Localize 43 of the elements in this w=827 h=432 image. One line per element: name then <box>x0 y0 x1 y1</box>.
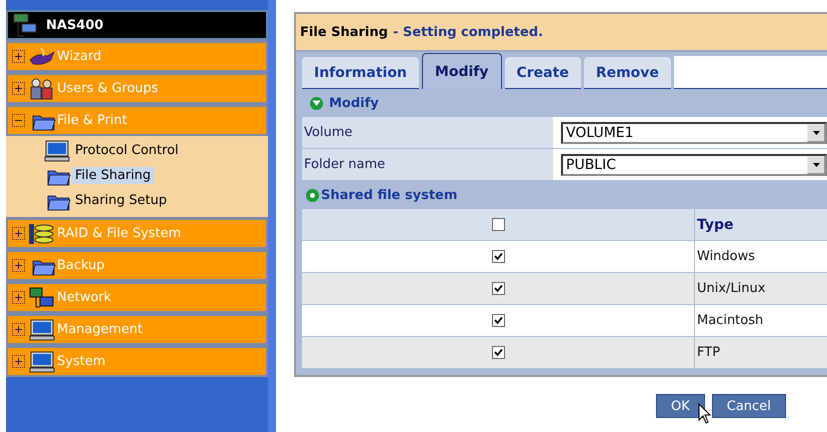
ok-button[interactable]: OK <box>656 394 705 418</box>
section-title: Modify <box>329 96 379 110</box>
cancel-button[interactable]: Cancel <box>712 394 786 418</box>
app-title: NAS400 <box>46 18 104 32</box>
checked-checkbox[interactable] <box>492 346 504 359</box>
section-title: Shared file system <box>321 188 458 202</box>
cursor-icon <box>698 403 712 425</box>
tab[interactable]: Remove <box>584 57 671 89</box>
monitor-icon <box>27 350 57 372</box>
field-label: Volume <box>302 117 553 148</box>
table-cell: Macintosh <box>694 304 827 336</box>
expand-icon[interactable] <box>12 50 25 63</box>
dropdown[interactable]: VOLUME1 <box>561 122 827 144</box>
checked-checkbox[interactable] <box>492 314 504 327</box>
nav-subitem[interactable]: Protocol Control <box>72 142 182 159</box>
expand-icon[interactable] <box>12 259 25 272</box>
column-header: Type <box>694 209 827 240</box>
dropdown[interactable]: PUBLIC <box>561 154 827 176</box>
expand-icon[interactable] <box>12 227 25 240</box>
tab[interactable]: Modify <box>422 53 502 89</box>
table-cell: FTP <box>694 336 827 368</box>
page-title: File Sharing <box>300 24 388 40</box>
checked-checkbox[interactable] <box>492 250 504 263</box>
expand-icon[interactable] <box>12 355 25 368</box>
collapse-icon[interactable] <box>310 96 323 110</box>
checked-checkbox[interactable] <box>492 282 504 295</box>
expand-icon[interactable] <box>12 323 25 336</box>
monitor-icon <box>42 140 72 162</box>
nav-subitem[interactable]: Sharing Setup <box>72 192 170 209</box>
lamp-icon <box>27 46 57 68</box>
expand-icon[interactable] <box>12 291 25 304</box>
field-label: Folder name <box>302 149 553 180</box>
status-message: - Setting completed. <box>392 24 544 40</box>
table-cell: Unix/Linux <box>694 272 827 304</box>
collapse-icon[interactable] <box>12 114 25 127</box>
table-cell: Windows <box>694 240 827 272</box>
tab[interactable]: Information <box>302 57 419 89</box>
expand-icon[interactable] <box>12 82 25 95</box>
checkbox[interactable] <box>492 218 504 231</box>
nav-subitem[interactable]: File Sharing <box>72 167 154 184</box>
tab[interactable]: Create <box>504 57 581 89</box>
monitor-icon <box>27 318 57 340</box>
expand-icon[interactable] <box>306 188 319 202</box>
